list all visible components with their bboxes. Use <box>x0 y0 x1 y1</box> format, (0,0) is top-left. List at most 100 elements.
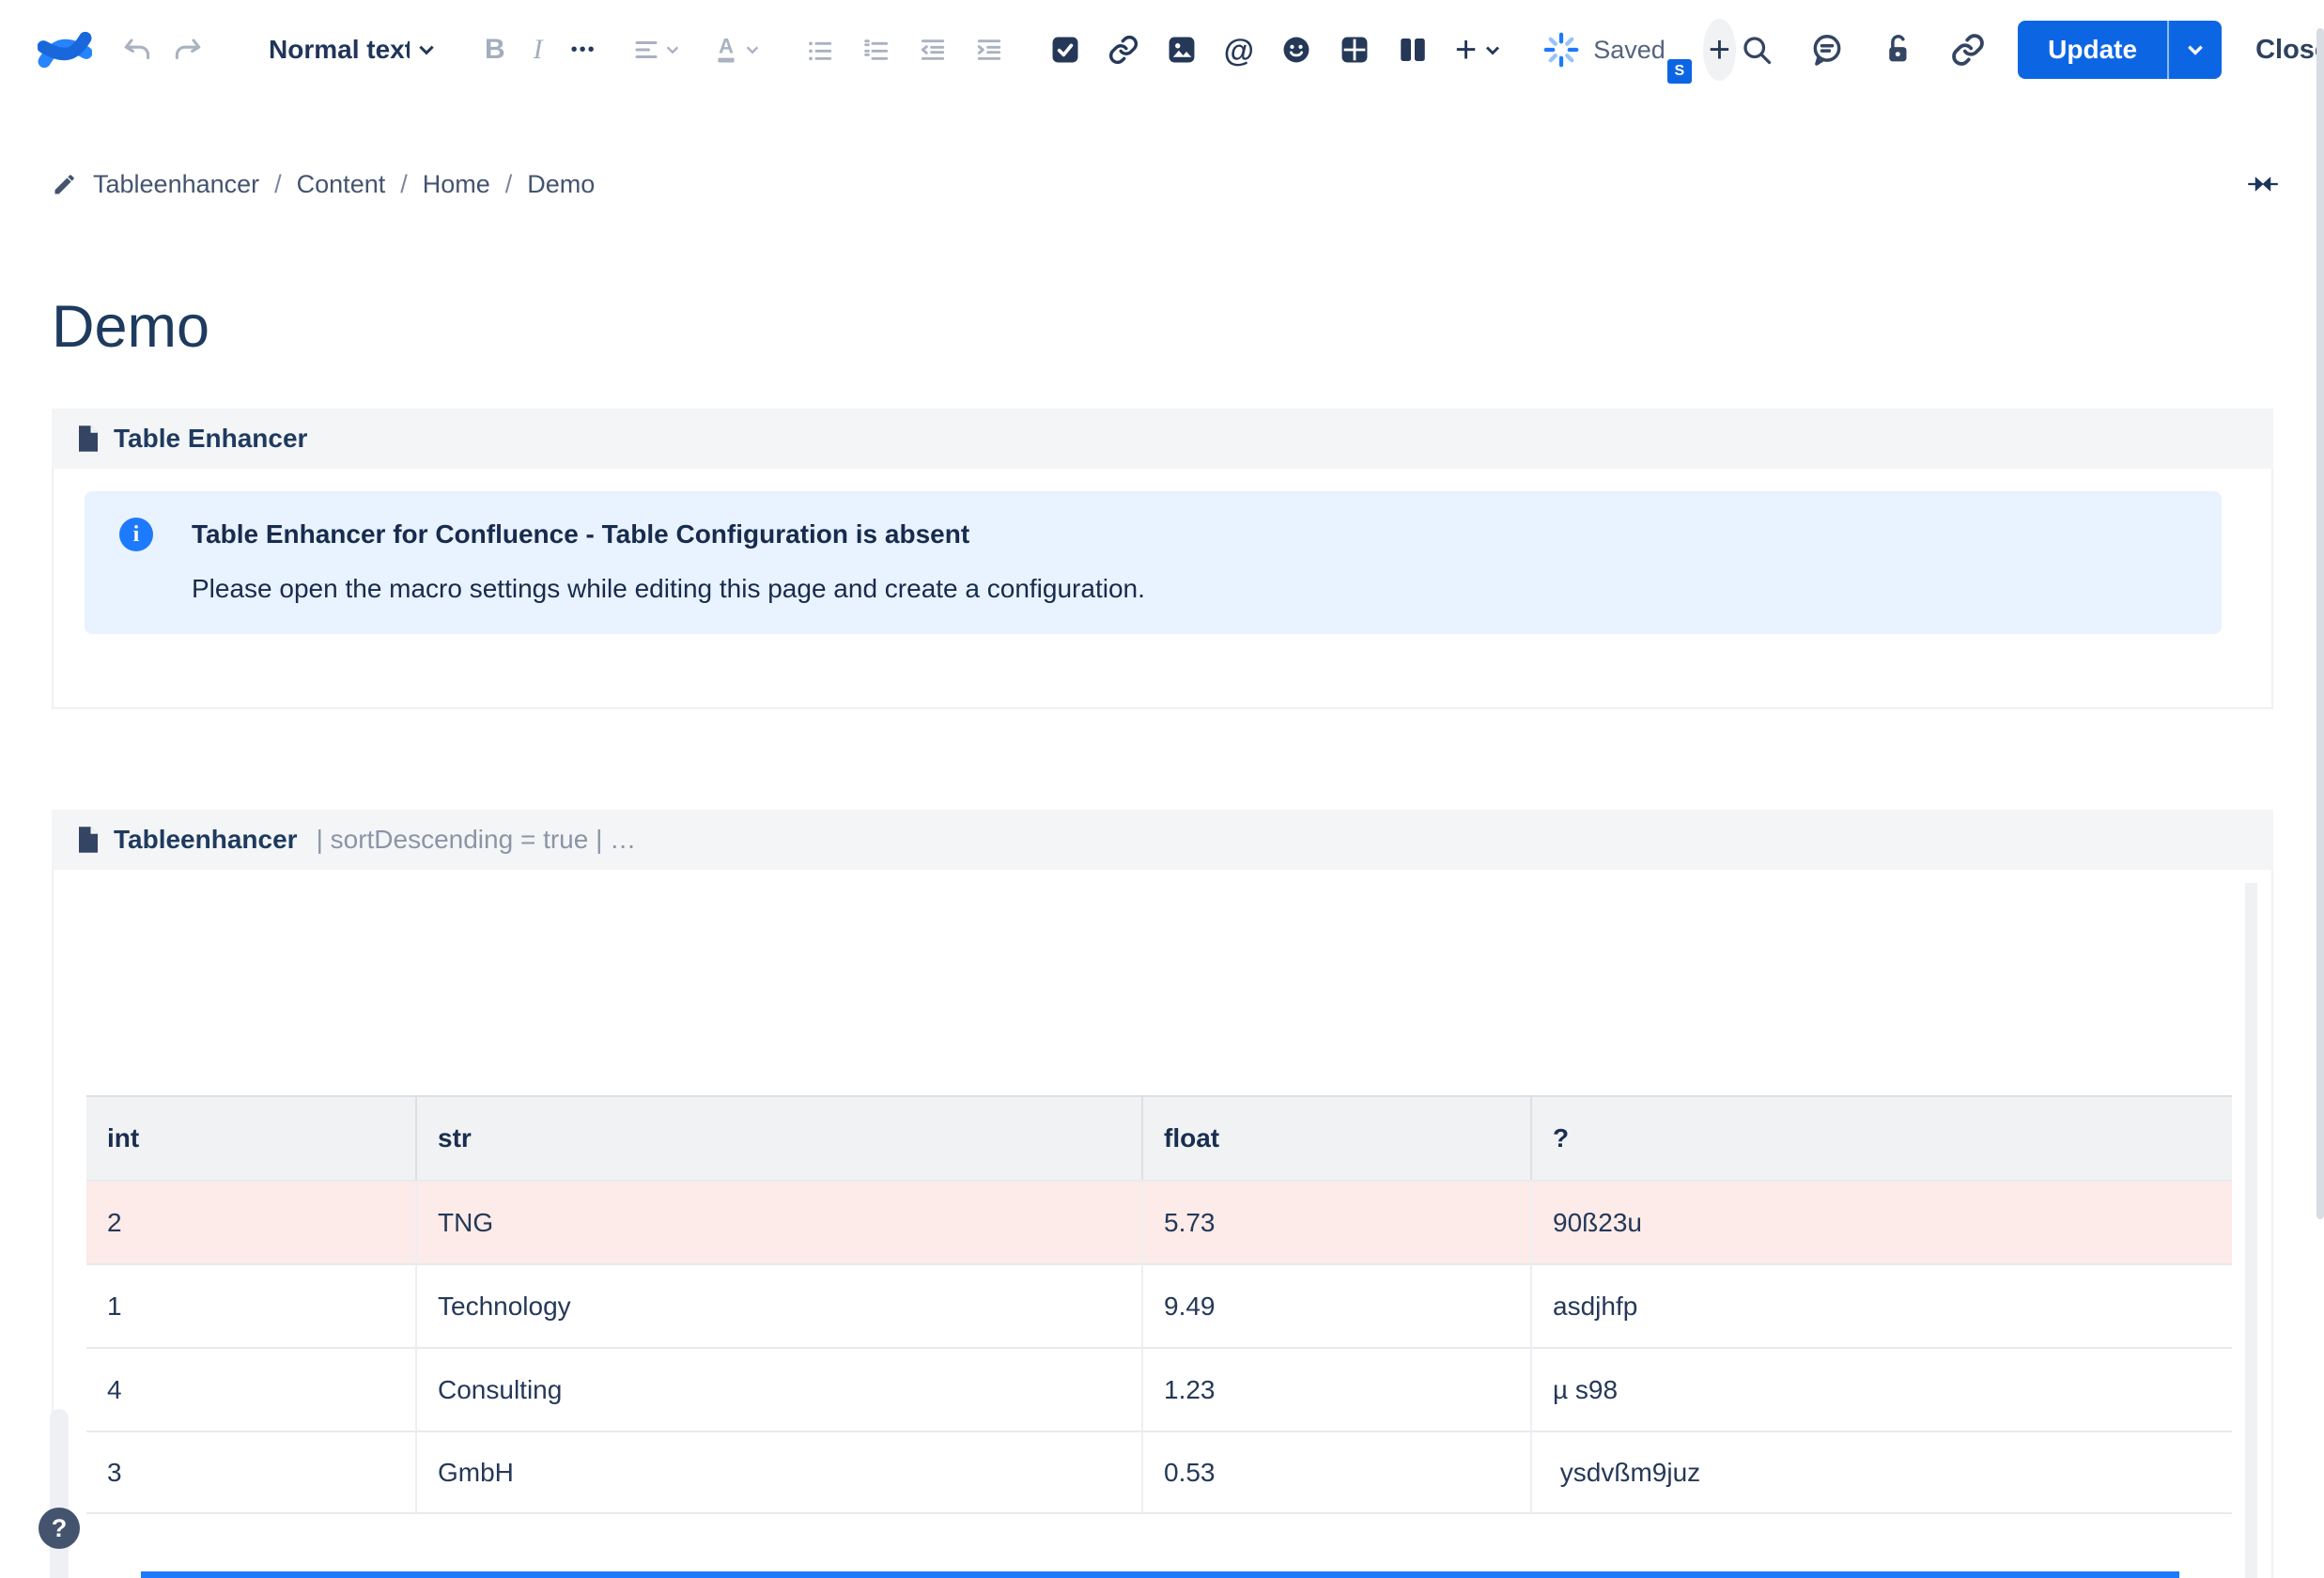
update-options-button[interactable] <box>2167 21 2222 79</box>
collapse-width-button[interactable] <box>2247 172 2279 196</box>
cell-q: asdjhfp <box>1530 1263 2232 1347</box>
italic-button[interactable]: I <box>530 32 547 68</box>
text-style-dropdown[interactable]: Normal text <box>269 35 436 65</box>
breadcrumb-separator: / <box>505 170 513 199</box>
more-formatting-button[interactable]: ••• <box>567 37 600 63</box>
bold-button[interactable]: B <box>481 32 509 68</box>
search-button[interactable] <box>1736 29 1777 70</box>
macro-table-enhancer: Table Enhancer i Table Enhancer for Conf… <box>52 409 2273 709</box>
confluence-logo-icon <box>38 23 92 77</box>
copy-link-button[interactable] <box>1946 28 1990 71</box>
chevron-down-icon <box>1484 44 1501 56</box>
macro-header[interactable]: Tableenhancer | sortDescending = true | … <box>52 810 2273 870</box>
help-button[interactable]: ? <box>39 1508 80 1549</box>
insert-table-button[interactable] <box>1335 30 1374 70</box>
cell-float: 0.53 <box>1141 1431 1530 1514</box>
cell-q: 90ß23u <box>1530 1180 2232 1263</box>
cell-str: Consulting <box>415 1347 1141 1431</box>
cell-float: 9.49 <box>1141 1263 1530 1347</box>
outdent-button[interactable] <box>914 31 952 69</box>
macro-tableenhancer: Tableenhancer | sortDescending = true | … <box>52 810 2273 1578</box>
macro-title: Tableenhancer <box>114 825 298 855</box>
breadcrumb-separator: / <box>274 170 282 199</box>
undo-button[interactable] <box>118 32 158 68</box>
saving-spinner-icon <box>1542 31 1580 69</box>
collapse-arrows-icon <box>2247 172 2279 196</box>
update-split-button: Update <box>2018 21 2222 79</box>
breadcrumb-separator: / <box>400 170 408 199</box>
macro-left-scroll-track[interactable] <box>50 1409 69 1578</box>
macro-body[interactable]: int str float ? 2 TNG 5.73 90ß23u 1 <box>52 870 2273 1578</box>
breadcrumb-item-space[interactable]: Tableenhancer <box>93 170 259 199</box>
cell-str: Technology <box>415 1263 1141 1347</box>
macro-body[interactable]: i Table Enhancer for Confluence - Table … <box>52 469 2273 709</box>
cell-float: 1.23 <box>1141 1347 1530 1431</box>
indent-icon <box>974 35 1004 65</box>
svg-text:A: A <box>719 35 734 58</box>
bullet-list-button[interactable] <box>801 31 839 69</box>
bullet-list-icon <box>805 35 835 65</box>
link-icon <box>1108 34 1139 66</box>
insert-image-button[interactable] <box>1162 30 1201 70</box>
numbered-list-button[interactable] <box>858 31 895 69</box>
insert-link-button[interactable] <box>1104 30 1143 70</box>
unlock-icon <box>1881 32 1914 68</box>
cell-int: 1 <box>86 1263 415 1347</box>
page-title[interactable]: Demo <box>52 293 209 361</box>
cell-int: 2 <box>86 1180 415 1263</box>
text-color-icon: A <box>712 35 740 65</box>
cell-int: 4 <box>86 1347 415 1431</box>
task-list-button[interactable] <box>1046 30 1085 70</box>
breadcrumb-item-content[interactable]: Content <box>297 170 386 199</box>
editor-toolbar: Normal text B I ••• A <box>0 0 2324 100</box>
column-header-int[interactable]: int <box>86 1095 415 1180</box>
selection-accent-bar <box>141 1571 2179 1578</box>
layouts-button[interactable] <box>1393 30 1433 70</box>
emoji-icon <box>1280 34 1312 66</box>
table-icon <box>1339 34 1371 66</box>
align-icon <box>632 36 660 64</box>
cell-str: GmbH <box>415 1431 1141 1514</box>
breadcrumb: Tableenhancer / Content / Home / Demo <box>52 165 2279 203</box>
update-button[interactable]: Update <box>2018 21 2167 79</box>
close-button[interactable]: Close <box>2250 34 2324 67</box>
column-header-q[interactable]: ? <box>1530 1095 2232 1180</box>
saved-status: Saved <box>1593 36 1666 65</box>
info-panel-title: Table Enhancer for Confluence - Table Co… <box>192 519 969 549</box>
document-icon <box>76 425 101 453</box>
edit-pencil-icon <box>52 171 78 197</box>
emoji-button[interactable] <box>1277 30 1316 70</box>
inline-comments-button[interactable] <box>1805 28 1849 71</box>
indent-button[interactable] <box>970 31 1008 69</box>
avatar-status-badge: S <box>1664 55 1696 87</box>
chevron-down-icon <box>665 44 680 55</box>
macro-header[interactable]: Table Enhancer <box>52 409 2273 469</box>
macro-params: | sortDescending = true | … <box>317 825 637 855</box>
cell-q: ysdvßm9juz <box>1530 1431 2232 1514</box>
table-row: 2 TNG 5.73 90ß23u <box>86 1180 2232 1263</box>
breadcrumb-item-home[interactable]: Home <box>423 170 490 199</box>
text-style-label: Normal text <box>269 35 410 65</box>
numbered-list-icon <box>861 35 891 65</box>
invite-add-button[interactable]: + <box>1703 19 1736 81</box>
column-header-float[interactable]: float <box>1141 1095 1530 1180</box>
breadcrumb-item-demo[interactable]: Demo <box>527 170 595 199</box>
info-panel: i Table Enhancer for Confluence - Table … <box>85 491 2222 634</box>
macro-scrollbar-track[interactable] <box>2245 883 2257 1578</box>
document-icon <box>76 826 101 854</box>
chevron-down-icon <box>745 44 760 55</box>
column-header-str[interactable]: str <box>415 1095 1141 1180</box>
redo-button[interactable] <box>167 32 207 68</box>
layouts-icon <box>1397 34 1429 66</box>
comment-search-icon <box>1809 32 1845 68</box>
alignment-dropdown[interactable] <box>628 32 684 68</box>
info-icon: i <box>119 518 153 551</box>
mention-button[interactable]: @ <box>1220 31 1258 70</box>
chevron-down-icon <box>417 43 436 56</box>
insert-more-button[interactable]: + <box>1451 27 1505 72</box>
unlock-button[interactable] <box>1877 28 1918 71</box>
text-color-dropdown[interactable]: A <box>708 31 764 69</box>
page-scrollbar-thumb[interactable] <box>2316 28 2324 1219</box>
outdent-icon <box>918 35 948 65</box>
link-icon <box>1950 32 1986 68</box>
